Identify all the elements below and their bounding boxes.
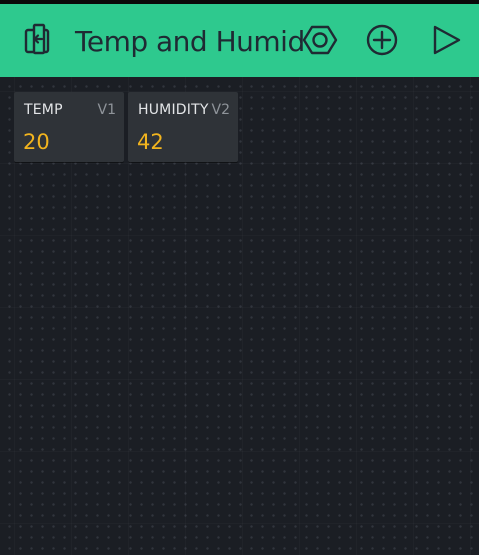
app-screen: Temp and Humid TEMP V1 20 HUMIDITY V2 42 <box>0 0 479 555</box>
play-icon[interactable] <box>428 22 464 58</box>
add-widget-icon[interactable] <box>364 22 400 58</box>
widget-value: 42 <box>137 130 164 154</box>
widget-label: TEMP <box>24 102 63 118</box>
value-display-widget-humidity[interactable]: HUMIDITY V2 42 <box>128 92 238 162</box>
widget-label: HUMIDITY <box>138 102 209 118</box>
exit-project-icon[interactable] <box>20 22 56 58</box>
widget-canvas[interactable]: TEMP V1 20 HUMIDITY V2 42 <box>0 77 479 555</box>
widget-pin: V1 <box>97 102 116 118</box>
widget-pin: V2 <box>211 102 230 118</box>
project-title: Temp and Humid <box>75 25 305 58</box>
widget-value: 20 <box>23 130 50 154</box>
value-display-widget-temp[interactable]: TEMP V1 20 <box>14 92 124 162</box>
hexagon-settings-icon[interactable] <box>302 22 338 58</box>
app-header: Temp and Humid <box>0 4 479 77</box>
